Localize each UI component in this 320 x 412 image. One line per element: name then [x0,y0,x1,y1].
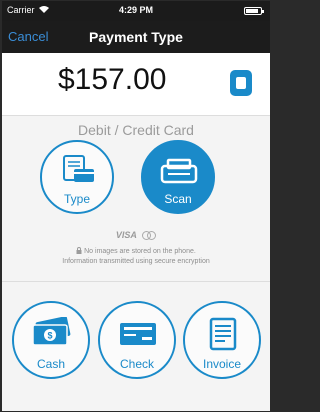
mastercard-icon [142,231,157,241]
navigation-bar: Cancel Payment Type [2,21,270,53]
amount-value: $157.00 [58,63,167,96]
scanner-icon [160,158,198,184]
notice-line-2: Information transmitted using secure enc… [62,258,210,265]
status-time: 4:29 PM [118,5,153,15]
invoice-icon [209,317,237,351]
card-brand-logos: VISA [2,230,270,241]
payment-type-screen: Carrier 4:29 PM Cancel Payment Type $157… [2,1,270,411]
divider [2,115,270,116]
scan-label: Scan [164,192,192,206]
type-label: Type [63,192,90,206]
cash-icon: $ [32,317,71,346]
amount-display: $157.00 [2,53,270,116]
svg-text:$: $ [47,331,52,341]
keypad-icon[interactable] [230,70,252,96]
notice-line-1: No images are stored on the phone. [2,247,270,255]
invoice-button[interactable]: Invoice [183,301,261,379]
visa-logo: VISA [115,230,137,240]
battery-icon [244,7,264,15]
card-form-icon [63,155,94,182]
check-button[interactable]: Check [98,301,176,379]
cash-label: Cash [36,357,65,371]
check-icon [120,323,156,345]
invoice-label: Invoice [202,357,242,371]
page-title: Payment Type [89,29,183,45]
check-label: Check [119,357,154,371]
type-card-button[interactable]: Type [40,140,114,214]
status-bar: Carrier 4:29 PM [2,1,270,21]
cash-button[interactable]: $ Cash [12,301,90,379]
scan-card-button[interactable]: Scan [141,140,215,214]
divider [2,281,270,282]
lock-icon [76,247,82,254]
card-section-title: Debit / Credit Card [78,122,194,138]
